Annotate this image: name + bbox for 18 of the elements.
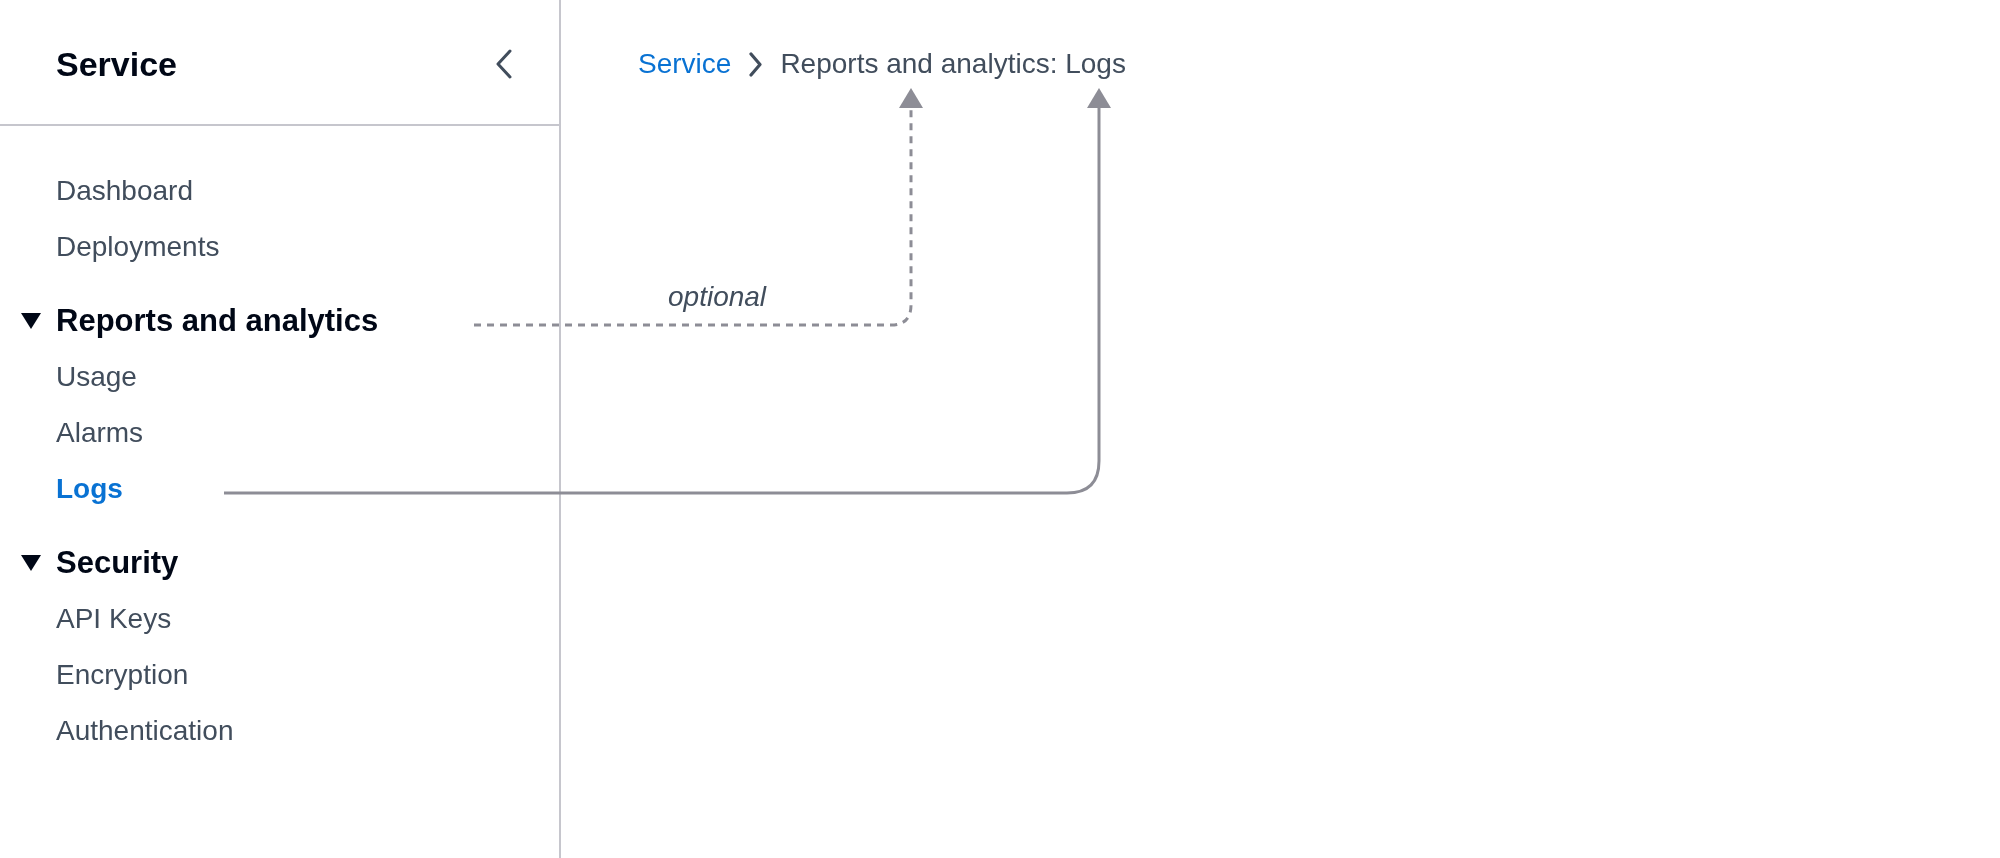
connector-label: optional: [668, 281, 767, 312]
sidebar-title: Service: [56, 44, 177, 84]
breadcrumb-link[interactable]: Service: [638, 47, 732, 81]
nav-link[interactable]: API Keys: [56, 602, 172, 636]
section-toggle[interactable]: Security: [21, 545, 179, 581]
nav-link[interactable]: Logs: [56, 472, 123, 506]
caret-down-icon: [21, 313, 41, 329]
nav-link[interactable]: Dashboard: [56, 174, 193, 208]
nav-link[interactable]: Encryption: [56, 658, 189, 692]
chevron-left-icon: [495, 49, 513, 79]
chevron-right-icon: [748, 51, 764, 77]
nav-link[interactable]: Authentication: [56, 714, 234, 748]
nav-link[interactable]: Usage: [56, 360, 137, 394]
section-toggle[interactable]: Reports and analytics: [21, 303, 379, 339]
breadcrumb-current: Reports and analytics: Logs: [780, 47, 1126, 81]
nav-link[interactable]: Alarms: [56, 416, 144, 450]
caret-down-icon: [21, 555, 41, 571]
nav-link[interactable]: Deployments: [56, 230, 220, 264]
